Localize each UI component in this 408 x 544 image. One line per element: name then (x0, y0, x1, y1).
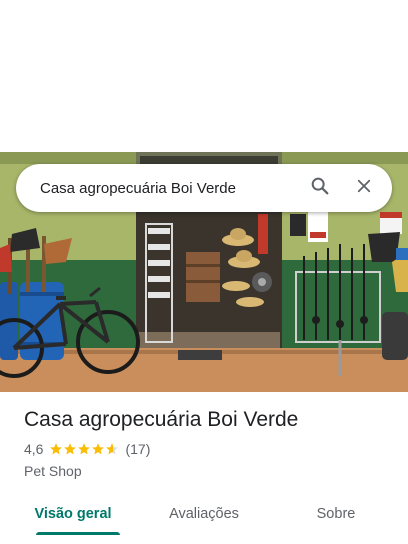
star-icon (106, 443, 119, 455)
place-title: Casa agropecuária Boi Verde (24, 408, 299, 431)
place-info: Casa agropecuária Boi Verde 4,6 (17) Pet… (24, 408, 394, 479)
search-bar[interactable]: Casa agropecuária Boi Verde (16, 164, 392, 212)
star-icon (64, 443, 77, 455)
star-icon (92, 443, 105, 455)
rating-value: 4,6 (24, 441, 44, 457)
review-count[interactable]: (17) (125, 441, 150, 457)
search-icon[interactable] (309, 175, 331, 202)
rating-row[interactable]: 4,6 (17) (24, 440, 394, 458)
place-category[interactable]: Pet Shop (24, 463, 394, 479)
star-icon (50, 443, 63, 455)
search-query[interactable]: Casa agropecuária Boi Verde (16, 180, 298, 197)
search-button[interactable] (298, 166, 342, 210)
star-icon (78, 443, 91, 455)
clear-search-button[interactable] (342, 166, 386, 210)
tab-reviews[interactable]: Avaliações (152, 492, 256, 536)
close-icon[interactable] (355, 177, 373, 200)
blank-map-area (0, 0, 408, 152)
rating-stars (49, 442, 119, 456)
place-tabs: Visão geral Avaliações Sobre (0, 492, 408, 536)
tab-overview[interactable]: Visão geral (24, 492, 122, 536)
tab-about[interactable]: Sobre (302, 492, 370, 536)
selected-tab-indicator (36, 532, 120, 535)
